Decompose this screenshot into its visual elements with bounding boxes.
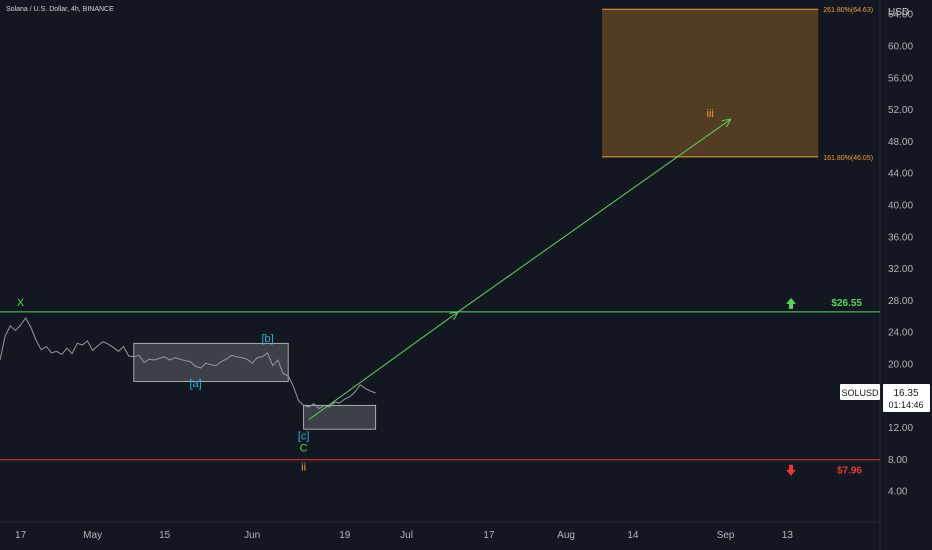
arrow-down-icon bbox=[786, 464, 796, 476]
wave-label: X bbox=[17, 297, 25, 309]
level-label: $26.55 bbox=[831, 298, 862, 309]
y-tick-label: 44.00 bbox=[888, 169, 913, 180]
wave-label: ii bbox=[301, 462, 306, 474]
x-tick-label: Jul bbox=[400, 530, 413, 541]
x-tick-label: Sep bbox=[717, 530, 735, 541]
wave-label: C bbox=[300, 442, 308, 454]
last-price: 16.35 bbox=[893, 388, 918, 399]
x-tick-label: Aug bbox=[557, 530, 575, 541]
wave-label: iii bbox=[707, 108, 714, 120]
price-chart[interactable]: USD4.008.0012.0016.0020.0024.0028.0032.0… bbox=[0, 0, 932, 550]
x-tick-label: 17 bbox=[15, 530, 27, 541]
chart-title: Solana / U.S. Dollar, 4h, BINANCE bbox=[6, 6, 114, 13]
y-tick-label: 52.00 bbox=[888, 105, 913, 116]
arrow-up-icon bbox=[786, 297, 796, 309]
y-tick-label: 8.00 bbox=[888, 455, 908, 466]
y-tick-label: 24.00 bbox=[888, 328, 913, 339]
y-tick-label: 64.00 bbox=[888, 10, 913, 21]
x-tick-label: 15 bbox=[159, 530, 171, 541]
x-tick-label: 14 bbox=[627, 530, 639, 541]
y-tick-label: 56.00 bbox=[888, 73, 913, 84]
x-tick-label: 13 bbox=[782, 530, 794, 541]
target-lower-label: 161.80%(46.05) bbox=[823, 155, 873, 162]
target-zone bbox=[602, 9, 819, 157]
projection-segment-1 bbox=[308, 311, 459, 421]
countdown: 01:14:46 bbox=[888, 400, 923, 410]
y-tick-label: 32.00 bbox=[888, 264, 913, 275]
y-tick-label: 20.00 bbox=[888, 360, 913, 371]
y-tick-label: 28.00 bbox=[888, 296, 913, 307]
level-label: $7.96 bbox=[837, 466, 862, 477]
range-box-1 bbox=[133, 342, 289, 382]
target-upper-label: 261.80%(64.63) bbox=[823, 7, 873, 14]
x-tick-label: 17 bbox=[483, 530, 495, 541]
y-tick-label: 48.00 bbox=[888, 137, 913, 148]
y-tick-label: 36.00 bbox=[888, 232, 913, 243]
y-tick-label: 40.00 bbox=[888, 201, 913, 212]
projection-segment-2 bbox=[457, 118, 732, 313]
y-tick-label: 60.00 bbox=[888, 42, 913, 53]
y-tick-label: 4.00 bbox=[888, 487, 908, 498]
y-tick-label: 12.00 bbox=[888, 423, 913, 434]
x-tick-label: 19 bbox=[339, 530, 351, 541]
range-box-2 bbox=[303, 404, 377, 430]
x-tick-label: May bbox=[83, 530, 102, 541]
wave-label: [b] bbox=[261, 333, 273, 345]
wave-label: [a] bbox=[189, 378, 201, 390]
wave-label: [c] bbox=[298, 431, 310, 443]
x-tick-label: Jun bbox=[244, 530, 260, 541]
ticker-label: SOLUSD bbox=[841, 388, 879, 398]
